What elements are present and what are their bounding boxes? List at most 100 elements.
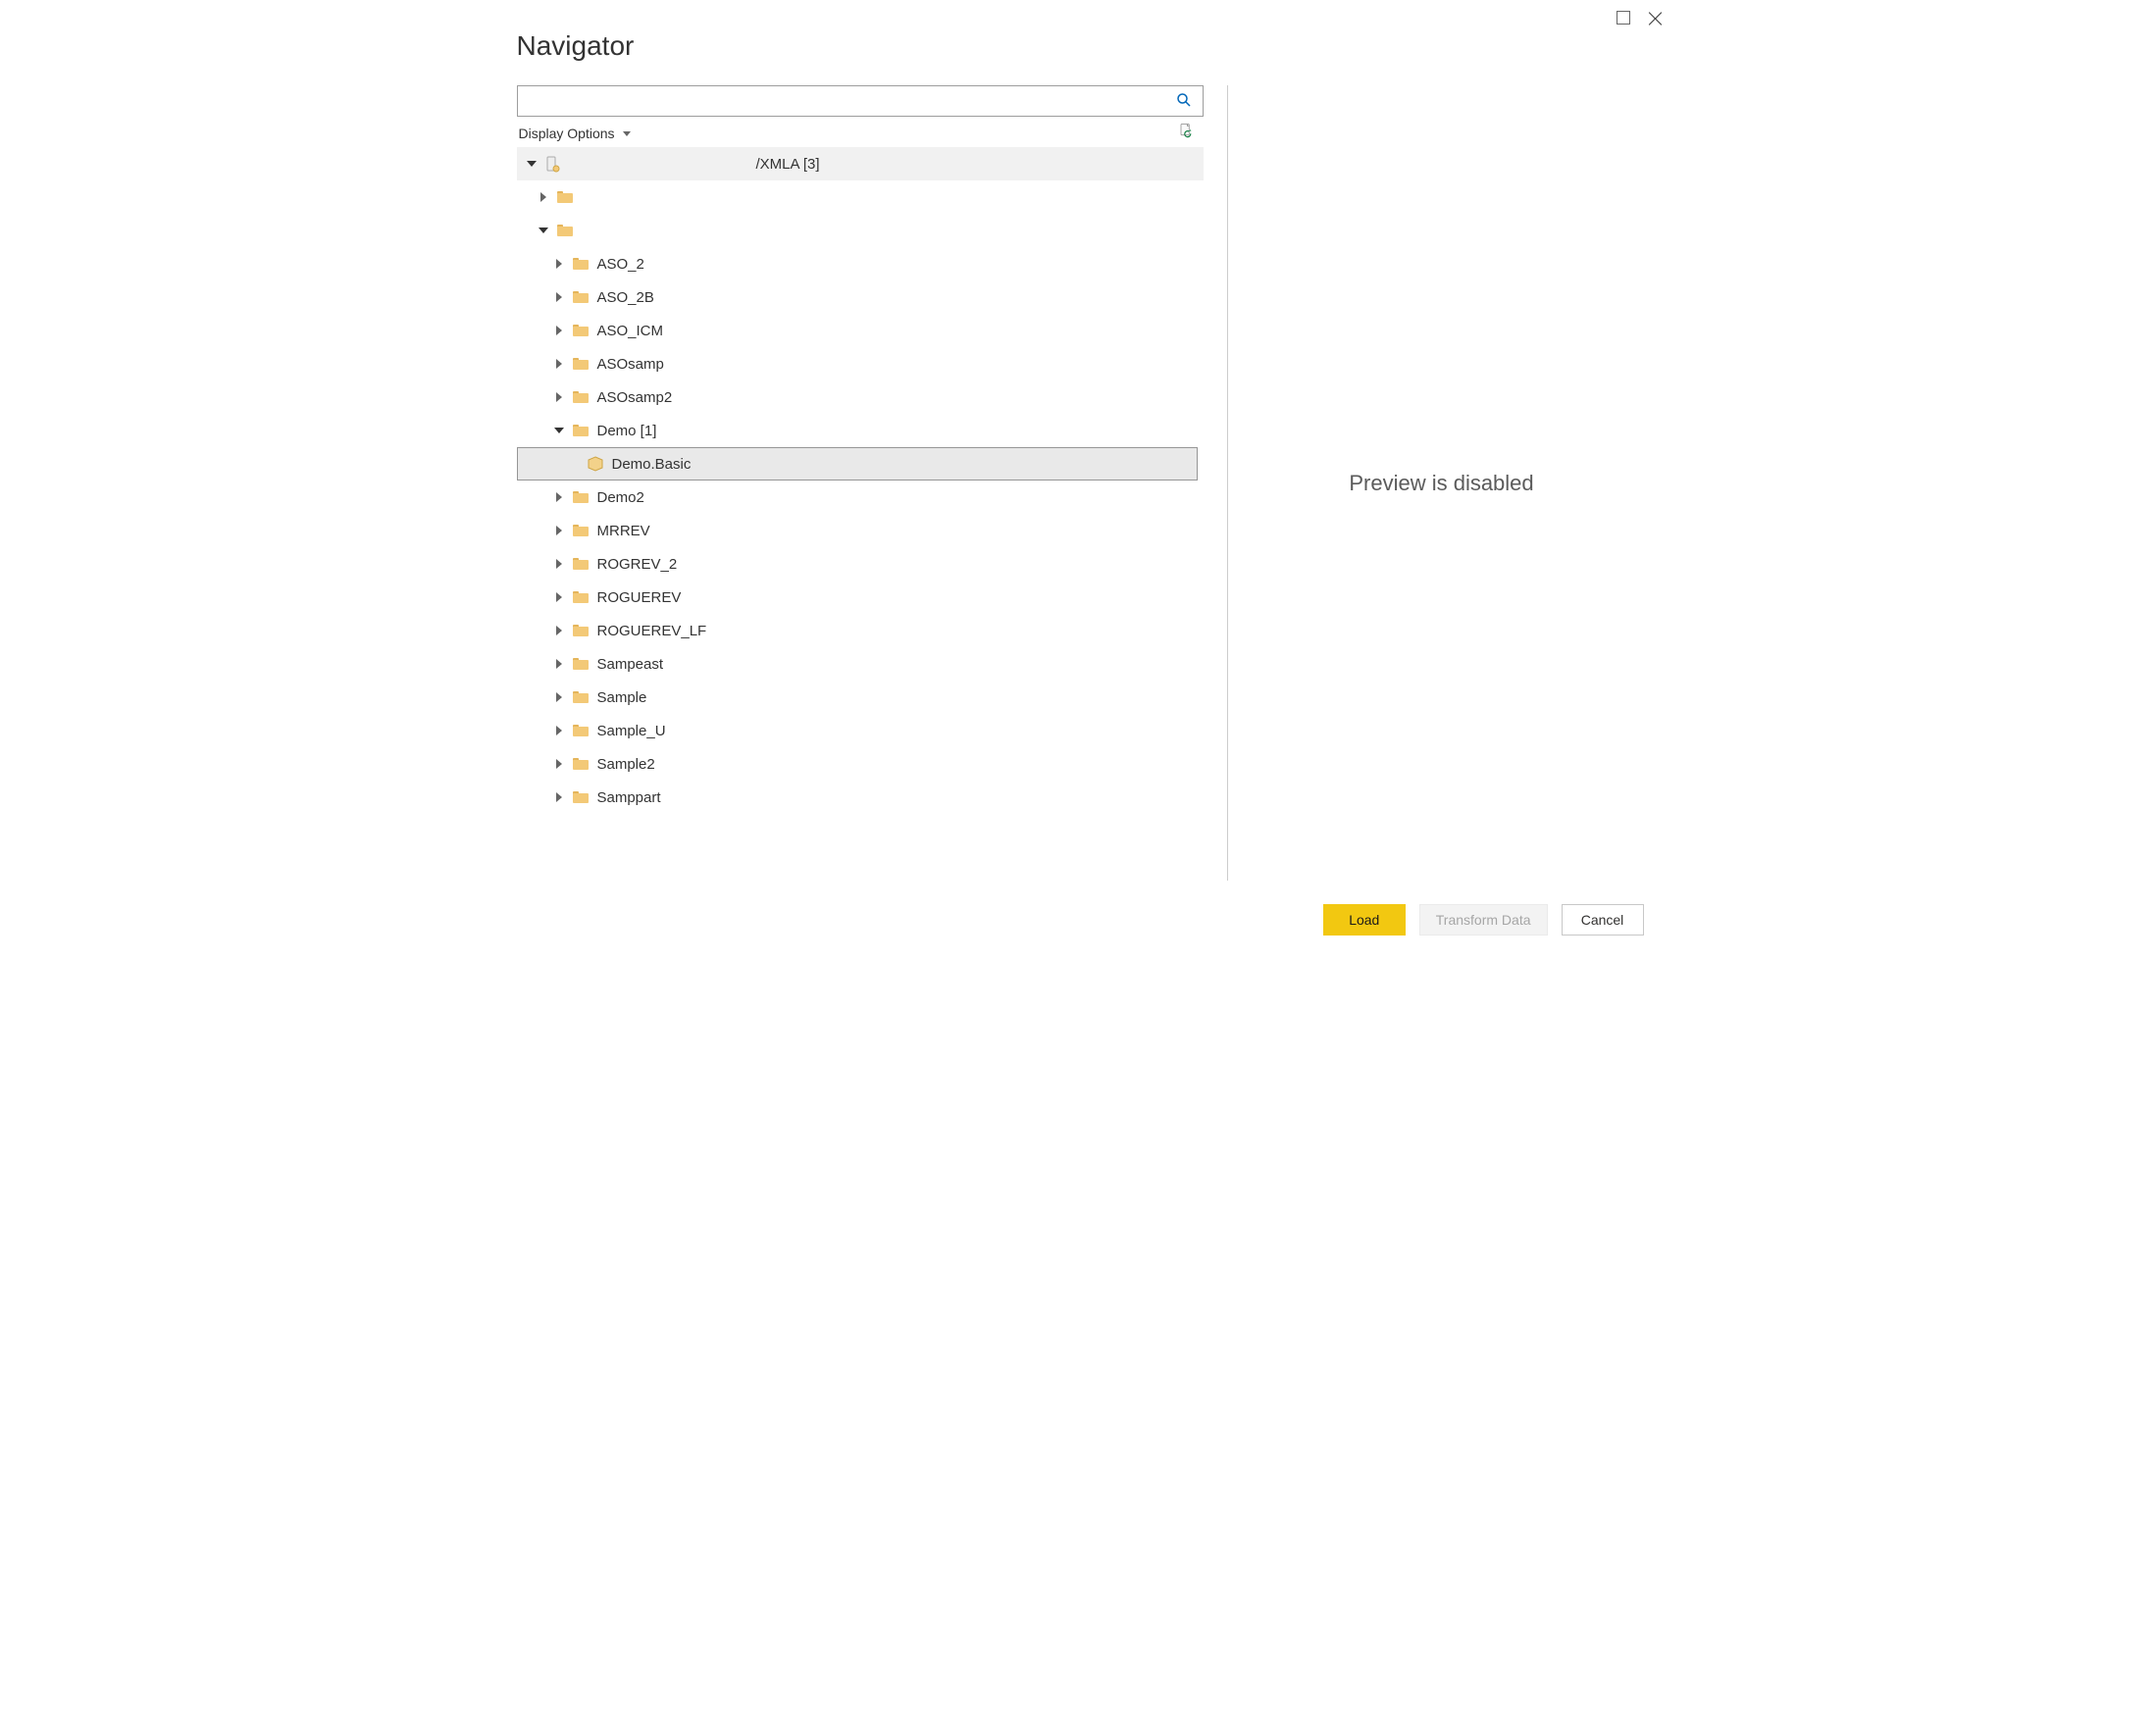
tree-label: ASO_ICM bbox=[597, 323, 664, 339]
folder-icon bbox=[556, 188, 574, 206]
dialog-title: Navigator bbox=[482, 26, 1675, 85]
folder-icon bbox=[556, 222, 574, 239]
tree-label: ROGUEREV bbox=[597, 589, 682, 606]
tree-node: Demo.Basic bbox=[517, 447, 1204, 481]
folder-icon bbox=[572, 655, 590, 673]
tree-row[interactable]: Demo [1] bbox=[517, 414, 1204, 447]
folder-icon bbox=[572, 255, 590, 273]
tree-label: Demo2 bbox=[597, 489, 644, 506]
tree-node: ASO_2 bbox=[517, 247, 1204, 280]
folder-icon bbox=[572, 722, 590, 739]
collapse-icon[interactable] bbox=[552, 424, 566, 437]
folder-icon bbox=[572, 355, 590, 373]
tree-node: Samppart bbox=[517, 781, 1204, 814]
tree-node: ASOsamp2 bbox=[517, 380, 1204, 414]
search-box[interactable] bbox=[517, 85, 1204, 117]
titlebar bbox=[482, 5, 1675, 26]
expand-icon[interactable] bbox=[552, 590, 566, 604]
tree-node: MRREV bbox=[517, 514, 1204, 547]
expand-icon[interactable] bbox=[552, 390, 566, 404]
tree-node: ROGREV_2 bbox=[517, 547, 1204, 581]
expand-icon[interactable] bbox=[552, 624, 566, 637]
folder-icon bbox=[572, 622, 590, 639]
tree-row[interactable] bbox=[517, 214, 1204, 247]
expand-icon[interactable] bbox=[552, 257, 566, 271]
tree-row[interactable] bbox=[517, 180, 1204, 214]
tree-row[interactable]: ASO_2 bbox=[517, 247, 1204, 280]
tree-node: Demo [1] Demo.Basic bbox=[517, 414, 1204, 481]
tree-node: ASO_ICM bbox=[517, 314, 1204, 347]
tree-row[interactable]: Sample2 bbox=[517, 747, 1204, 781]
tree-row[interactable]: Sample bbox=[517, 681, 1204, 714]
expand-icon[interactable] bbox=[552, 757, 566, 771]
tree-row[interactable]: ASOsamp bbox=[517, 347, 1204, 380]
expand-icon[interactable] bbox=[552, 557, 566, 571]
options-row: Display Options bbox=[517, 117, 1204, 147]
folder-icon bbox=[572, 688, 590, 706]
tree-label: Samppart bbox=[597, 789, 661, 806]
footer: Load Transform Data Cancel bbox=[482, 881, 1675, 959]
display-options-label: Display Options bbox=[519, 126, 615, 141]
load-button[interactable]: Load bbox=[1323, 904, 1406, 936]
close-icon[interactable] bbox=[1648, 11, 1664, 26]
tree-row[interactable]: ASOsamp2 bbox=[517, 380, 1204, 414]
preview-message: Preview is disabled bbox=[1349, 471, 1533, 496]
tree-label: ROGREV_2 bbox=[597, 556, 678, 573]
tree-row[interactable]: ROGUEREV bbox=[517, 581, 1204, 614]
tree-scroll[interactable]: /XMLA [3] ASO_2 ASO_2B ASO_ICM ASOsamp ASOsam… bbox=[517, 147, 1204, 881]
display-options-dropdown[interactable]: Display Options bbox=[519, 126, 631, 141]
folder-icon bbox=[572, 422, 590, 439]
tree-row[interactable]: ASO_2B bbox=[517, 280, 1204, 314]
tree-row[interactable]: Sampeast bbox=[517, 647, 1204, 681]
expand-icon[interactable] bbox=[552, 524, 566, 537]
tree-label: Demo [1] bbox=[597, 423, 657, 439]
tree-row[interactable]: Sample_U bbox=[517, 714, 1204, 747]
expand-icon[interactable] bbox=[552, 357, 566, 371]
folder-icon bbox=[572, 288, 590, 306]
tree-wrap: /XMLA [3] ASO_2 ASO_2B ASO_ICM ASOsamp ASOsam… bbox=[517, 147, 1204, 881]
server-icon bbox=[544, 155, 562, 173]
tree-row[interactable]: Samppart bbox=[517, 781, 1204, 814]
tree-label: /XMLA [3] bbox=[570, 156, 820, 173]
transform-data-button: Transform Data bbox=[1419, 904, 1548, 936]
tree-row[interactable]: ASO_ICM bbox=[517, 314, 1204, 347]
tree-row[interactable]: /XMLA [3] bbox=[517, 147, 1204, 180]
tree-node: ROGUEREV bbox=[517, 581, 1204, 614]
collapse-icon[interactable] bbox=[537, 224, 550, 237]
expand-icon[interactable] bbox=[552, 724, 566, 737]
refresh-icon[interactable] bbox=[1178, 123, 1202, 143]
tree-row[interactable]: Demo.Basic bbox=[517, 447, 1198, 481]
expand-icon[interactable] bbox=[552, 790, 566, 804]
folder-icon bbox=[572, 322, 590, 339]
tree-node: ASO_2ASO_2BASO_ICMASOsampASOsamp2Demo [1… bbox=[517, 214, 1204, 814]
tree-row[interactable]: Demo2 bbox=[517, 481, 1204, 514]
expand-icon[interactable] bbox=[552, 490, 566, 504]
tree-row[interactable]: ROGREV_2 bbox=[517, 547, 1204, 581]
folder-icon bbox=[572, 555, 590, 573]
expand-icon[interactable] bbox=[537, 190, 550, 204]
maximize-icon[interactable] bbox=[1617, 11, 1630, 25]
cancel-button[interactable]: Cancel bbox=[1562, 904, 1644, 936]
expand-icon[interactable] bbox=[552, 290, 566, 304]
tree-label: ASOsamp bbox=[597, 356, 664, 373]
tree-node: Sample bbox=[517, 681, 1204, 714]
tree-node: Sample_U bbox=[517, 714, 1204, 747]
folder-icon bbox=[572, 788, 590, 806]
search-icon[interactable] bbox=[1165, 91, 1203, 112]
tree-label: Sample2 bbox=[597, 756, 655, 773]
tree-label: ASO_2B bbox=[597, 289, 654, 306]
tree-label: Sampeast bbox=[597, 656, 664, 673]
expand-icon[interactable] bbox=[552, 690, 566, 704]
cube-icon bbox=[587, 455, 604, 473]
tree-row[interactable]: MRREV bbox=[517, 514, 1204, 547]
collapse-icon[interactable] bbox=[525, 157, 539, 171]
search-input[interactable] bbox=[518, 87, 1165, 115]
tree-label: Demo.Basic bbox=[612, 456, 692, 473]
expand-icon[interactable] bbox=[552, 657, 566, 671]
tree-node: Demo2 bbox=[517, 481, 1204, 514]
tree-node: Sample2 bbox=[517, 747, 1204, 781]
tree-row[interactable]: ROGUEREV_LF bbox=[517, 614, 1204, 647]
folder-icon bbox=[572, 388, 590, 406]
expand-icon[interactable] bbox=[552, 324, 566, 337]
navigator-dialog: Navigator Display Options bbox=[481, 4, 1676, 960]
